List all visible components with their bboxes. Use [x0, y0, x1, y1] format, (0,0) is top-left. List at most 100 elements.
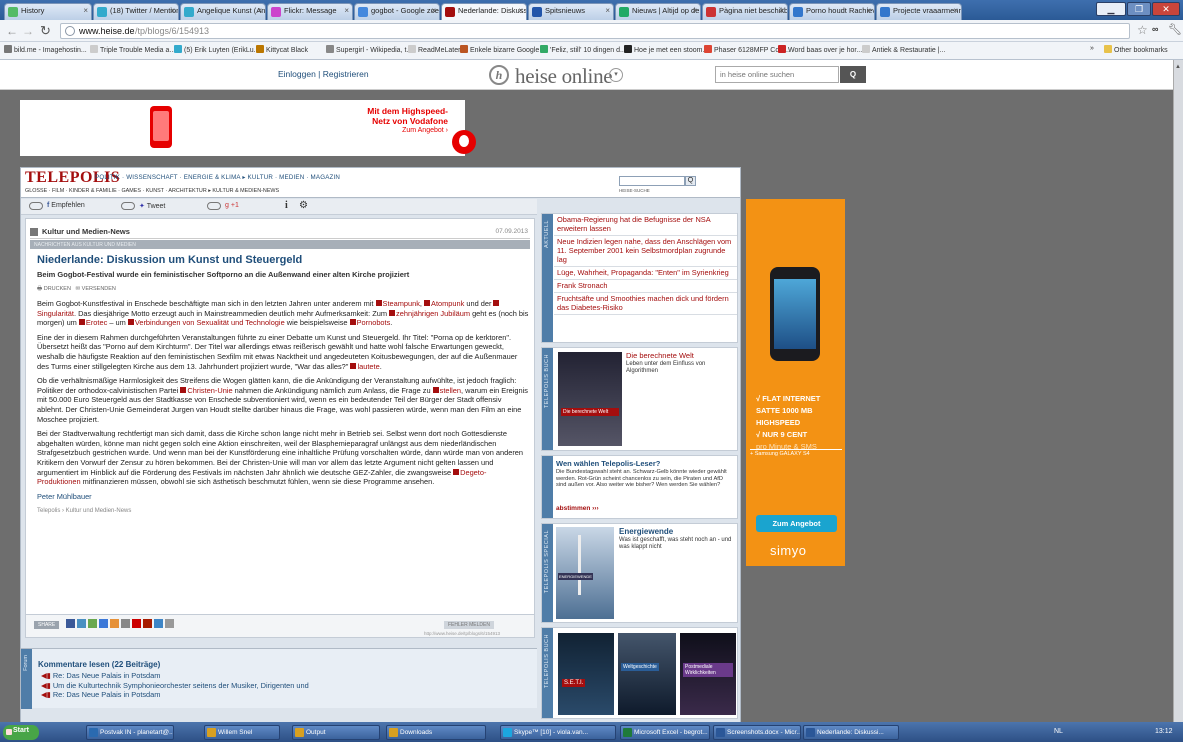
- taskbar-item[interactable]: Downloads: [386, 725, 486, 740]
- dropdown-icon[interactable]: ▾: [609, 68, 623, 82]
- telepolis-search-button[interactable]: Q: [685, 176, 696, 186]
- report-error-button[interactable]: FEHLER MELDEN: [444, 621, 494, 629]
- close-tab-icon[interactable]: ×: [83, 6, 88, 15]
- settings-gear-icon[interactable]: ⚙︎: [299, 200, 308, 211]
- poll-title[interactable]: Wen wählen Telepolis-Leser?: [556, 459, 660, 468]
- bookmarks-overflow[interactable]: »: [1090, 45, 1094, 52]
- reload-icon[interactable]: ↻: [40, 23, 51, 39]
- telepolis-main-nav[interactable]: POLITIK · WISSENSCHAFT · ENERGIE & KLIMA…: [95, 174, 340, 181]
- heise-logo-icon[interactable]: h: [489, 65, 509, 85]
- comments-read-link[interactable]: Kommentare lesen (22 Beiträge): [38, 660, 160, 669]
- share-service-icon[interactable]: [132, 619, 141, 628]
- energy-image[interactable]: ENERGIEWENDE: [556, 527, 614, 619]
- share-service-icon[interactable]: [99, 619, 108, 628]
- page-scrollbar[interactable]: ▲: [1173, 60, 1183, 722]
- close-tab-icon[interactable]: ×: [518, 6, 523, 15]
- bookmark-item[interactable]: Supergirl - Wikipedia, t...: [326, 45, 412, 54]
- bookmark-item[interactable]: (5) Erik Luyten (ErikLu...: [174, 45, 259, 54]
- heise-logo-text[interactable]: heise online: [515, 64, 613, 89]
- twitter-tweet[interactable]: ✦ Tweet: [139, 202, 165, 210]
- telepolis-sub-nav[interactable]: GLOSSE · FILM · KINDER & FAMILIE · GAMES…: [25, 188, 279, 194]
- close-tab-icon[interactable]: ×: [431, 6, 436, 15]
- close-tab-icon[interactable]: ×: [257, 6, 262, 15]
- close-window-button[interactable]: ✕: [1152, 2, 1180, 16]
- toggle-google[interactable]: [207, 202, 221, 210]
- browser-tab[interactable]: (18) Twitter / Mentions ×: [93, 3, 179, 20]
- bookmark-item[interactable]: Word baas over je hor...: [778, 45, 862, 54]
- close-tab-icon[interactable]: ×: [170, 6, 175, 15]
- close-tab-icon[interactable]: ×: [605, 6, 610, 15]
- share-service-icon[interactable]: [143, 619, 152, 628]
- extension-icon[interactable]: ∞: [1152, 24, 1158, 34]
- login-register-link[interactable]: Einloggen | Registrieren: [278, 69, 369, 79]
- article-inline-link[interactable]: zehnjährigen Jubiläum: [389, 309, 470, 318]
- book-cover-postmediale[interactable]: Postmediale Wirklichkeiten: [680, 633, 736, 715]
- share-service-icon[interactable]: [154, 619, 163, 628]
- close-tab-icon[interactable]: ×: [779, 6, 784, 15]
- toggle-twitter[interactable]: [121, 202, 135, 210]
- comment-item[interactable]: ◀▮ Re: Das Neue Palais in Potsdam: [41, 690, 309, 700]
- share-service-icon[interactable]: [66, 619, 75, 628]
- simyo-offer-button[interactable]: Zum Angebot: [756, 515, 837, 532]
- energy-title[interactable]: Energiewende: [619, 527, 673, 536]
- taskbar-item[interactable]: Microsoft Excel - begrot...: [620, 725, 710, 740]
- browser-tab[interactable]: Pàgina niet beschikbaa...×: [702, 3, 788, 20]
- article-inline-link[interactable]: Christen-Unie: [180, 386, 233, 395]
- star-icon[interactable]: ☆: [1137, 23, 1148, 37]
- browser-tab[interactable]: History ×: [4, 3, 92, 20]
- vodafone-ad[interactable]: Mit dem Highspeed- Netz von Vodafone Zum…: [20, 100, 476, 156]
- print-link[interactable]: 🖶︎ DRUCKEN: [37, 286, 71, 292]
- scroll-up-icon[interactable]: ▲: [1175, 64, 1181, 70]
- book-cover-berechnete-welt[interactable]: Die berechnete Welt: [558, 352, 622, 446]
- taskbar-item[interactable]: Postvak IN - planetart@...: [86, 725, 174, 740]
- poll-vote-link[interactable]: abstimmen ›››: [556, 505, 599, 512]
- share-service-icon[interactable]: [77, 619, 86, 628]
- comment-item[interactable]: ◀▮ Um die Kulturtechnik Symphonieorchest…: [41, 681, 309, 691]
- toggle-facebook[interactable]: [29, 202, 43, 210]
- browser-tab[interactable]: Flickr: Message ×: [267, 3, 353, 20]
- article-section[interactable]: Kultur und Medien-News: [42, 227, 130, 236]
- share-service-icon[interactable]: [88, 619, 97, 628]
- bookmark-item[interactable]: Kittycat Black: [256, 45, 308, 54]
- facebook-like[interactable]: f Empfehlen: [47, 202, 85, 209]
- article-inline-link[interactable]: Steampunk: [375, 299, 420, 308]
- bookmark-item[interactable]: ReadMeLater: [408, 45, 460, 54]
- taskbar-item[interactable]: Screenshots.docx - Micr...: [713, 725, 801, 740]
- close-tab-icon[interactable]: ×: [953, 6, 958, 15]
- article-inline-link[interactable]: lautete: [350, 362, 380, 371]
- book-cover-seti[interactable]: S.E.T.I.: [558, 633, 614, 715]
- heise-search-button[interactable]: Q: [840, 66, 866, 83]
- google-plus[interactable]: g +1: [225, 202, 239, 209]
- browser-tab[interactable]: Projecte vraaarmenn... ×: [876, 3, 962, 20]
- start-button[interactable]: Start: [3, 725, 39, 740]
- browser-tab[interactable]: Porno houdt Rachieve...×: [789, 3, 875, 20]
- minimize-button[interactable]: ▁: [1096, 2, 1126, 16]
- news-item[interactable]: Fruchtsäfte und Smoothies machen dick un…: [554, 293, 737, 315]
- info-icon[interactable]: i: [285, 200, 288, 211]
- browser-tab[interactable]: Nieuws | Altijd op de h...×: [615, 3, 701, 20]
- article-author[interactable]: Peter Mühlbauer: [37, 492, 529, 502]
- browser-tab[interactable]: Nederlande: Diskussio...×: [441, 3, 527, 20]
- telepolis-search-input[interactable]: [619, 176, 685, 186]
- share-service-icon[interactable]: [121, 619, 130, 628]
- book-title-link[interactable]: Die berechnete Welt: [626, 351, 694, 360]
- wrench-icon[interactable]: 🔧︎: [1168, 23, 1182, 36]
- article-inline-link[interactable]: Erotec: [78, 318, 107, 327]
- bookmark-item[interactable]: Enkele bizarre Google ...: [460, 45, 547, 54]
- taskbar-item[interactable]: Skype™ [10] - viola.van...: [500, 725, 616, 740]
- page-info-icon[interactable]: [65, 26, 75, 36]
- news-item[interactable]: Lüge, Wahrheit, Propaganda: "Enten" im S…: [554, 267, 737, 280]
- short-url[interactable]: http://www.heise.de/tp/blogs/6/154913: [424, 631, 500, 636]
- taskbar-item[interactable]: Output: [292, 725, 380, 740]
- language-indicator[interactable]: NL: [1054, 728, 1063, 735]
- news-item[interactable]: Neue Indizien legen nahe, dass den Ansch…: [554, 236, 737, 267]
- browser-tab[interactable]: Angelique Kunst (Ang...×: [180, 3, 266, 20]
- forward-icon[interactable]: →: [22, 24, 34, 38]
- browser-tab[interactable]: Spitsnieuws ×: [528, 3, 614, 20]
- share-service-icon[interactable]: [165, 619, 174, 628]
- article-inline-link[interactable]: Atompunk: [424, 299, 464, 308]
- bookmark-item[interactable]: Hoe je met een stoom...: [624, 45, 708, 54]
- close-tab-icon[interactable]: ×: [866, 6, 871, 15]
- maximize-button[interactable]: ❐: [1127, 2, 1151, 16]
- address-bar[interactable]: www.heise.de /tp/blogs/6/154913: [60, 23, 1130, 39]
